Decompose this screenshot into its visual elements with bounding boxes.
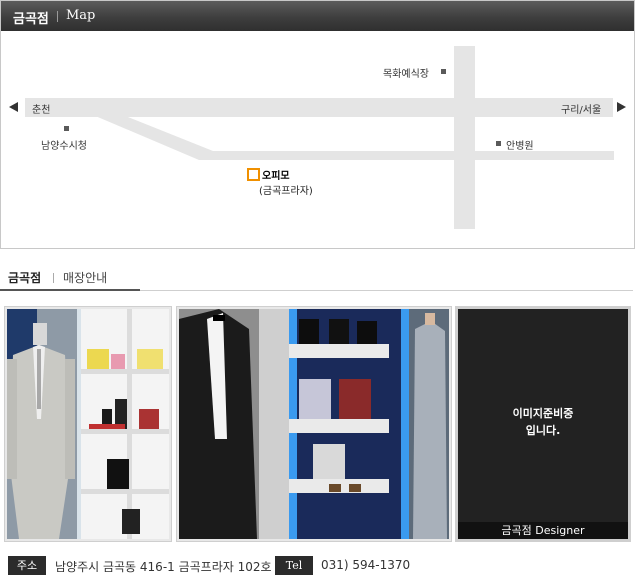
suit-mannequin-illustration bbox=[7, 309, 169, 539]
map-title-separator bbox=[57, 11, 58, 22]
label-clinic: 안병원 bbox=[506, 141, 534, 152]
store-marker-name: 오피모 bbox=[262, 171, 290, 182]
designer-caption: 금곡점 Designer bbox=[458, 522, 628, 539]
label-city-hall: 남양수시청 bbox=[41, 141, 87, 152]
image-preparing-line2: 입니다. bbox=[525, 424, 561, 437]
wedding-hall-marker-icon bbox=[441, 69, 446, 74]
tel-label-badge: Tel bbox=[275, 556, 313, 575]
clinic-marker-icon bbox=[496, 141, 501, 146]
display-shelf-illustration bbox=[179, 309, 449, 539]
left-arrow-icon bbox=[9, 102, 18, 112]
store-address: 남양주시 금곡동 416-1 금곡프라자 102호 bbox=[55, 560, 272, 574]
map-subtitle: Map bbox=[66, 8, 96, 23]
tab-underline bbox=[140, 290, 633, 291]
store-location-marker-icon bbox=[247, 168, 260, 181]
image-preparing-message: 이미지준비중 입니다. bbox=[458, 405, 628, 439]
map-title: 금곡점 bbox=[13, 12, 49, 27]
store-photo-placeholder: 이미지준비중 입니다. 금곡점 Designer bbox=[455, 306, 631, 542]
store-tab-title: 금곡점 bbox=[8, 271, 42, 285]
city-hall-marker-icon bbox=[64, 126, 69, 131]
store-photo-display bbox=[176, 306, 452, 542]
store-tab-separator bbox=[53, 273, 54, 283]
right-arrow-icon bbox=[617, 102, 626, 112]
store-phone: 031) 594-1370 bbox=[321, 558, 411, 572]
store-tab-subtitle: 매장안내 bbox=[63, 271, 108, 285]
location-map: 춘천 구리/서울 목화예식장 남양수시청 안병원 오피모 (금곡프라자) bbox=[1, 31, 634, 248]
label-chuncheon: 춘천 bbox=[32, 105, 51, 116]
image-preparing-line1: 이미지준비중 bbox=[512, 407, 574, 420]
map-header: 금곡점 Map bbox=[1, 1, 634, 31]
map-panel: 금곡점 Map 춘천 구리/서울 목화예식장 남양수시청 안병원 오피모 (금곡… bbox=[0, 0, 635, 249]
store-photo-suit bbox=[4, 306, 172, 542]
label-guri-seoul: 구리/서울 bbox=[561, 105, 602, 116]
diagonal-road bbox=[93, 115, 213, 160]
tab-underline-active bbox=[0, 289, 140, 291]
label-wedding-hall: 목화예식장 bbox=[383, 69, 429, 80]
address-label-badge: 주소 bbox=[8, 556, 46, 575]
store-marker-building: (금곡프라자) bbox=[259, 186, 313, 197]
